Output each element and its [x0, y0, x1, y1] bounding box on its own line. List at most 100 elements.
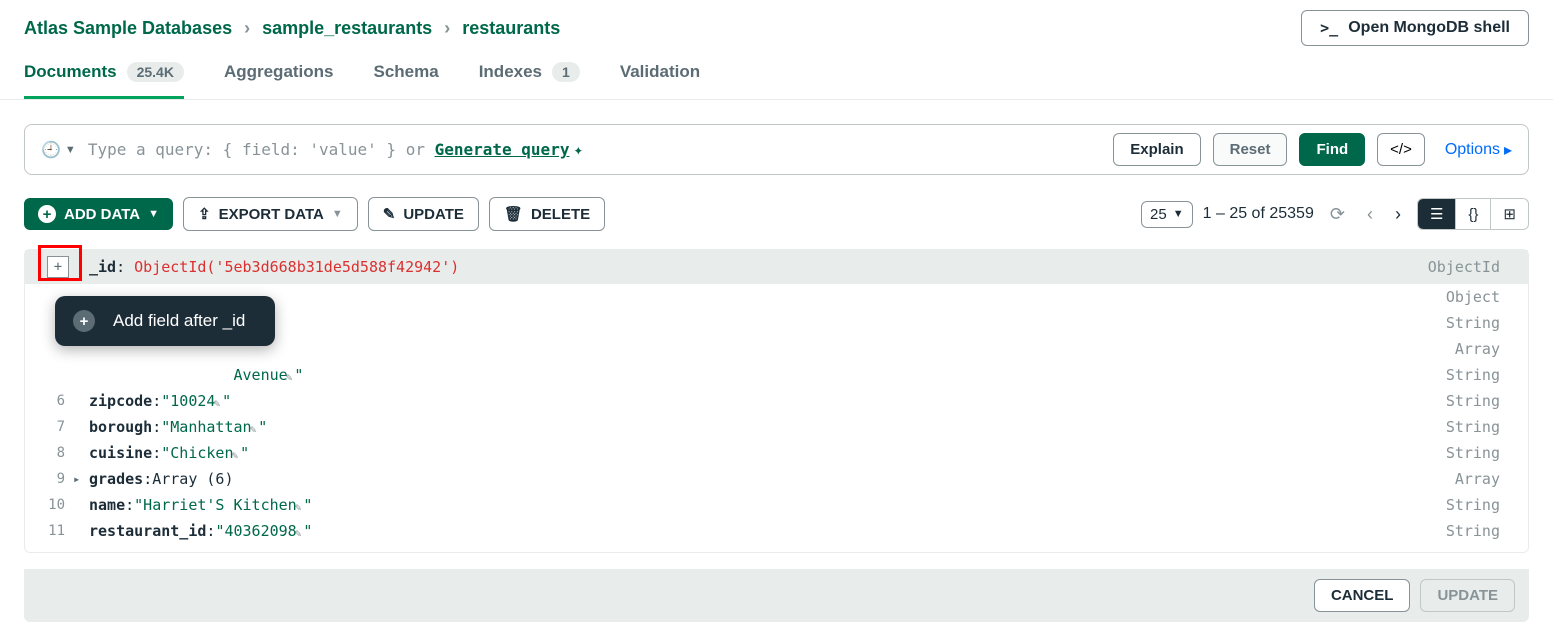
tab-badge: 1: [552, 62, 580, 82]
generate-query-link[interactable]: Generate query: [435, 140, 570, 159]
field-code: grades : Array (6): [89, 468, 1455, 490]
add-data-button[interactable]: + ADD DATA ▼: [24, 198, 173, 230]
view-toggle: ☰ {} ⊞: [1417, 198, 1529, 230]
add-data-label: ADD DATA: [64, 206, 140, 223]
list-view-icon[interactable]: ☰: [1418, 199, 1455, 229]
expander-icon[interactable]: ▸: [73, 468, 89, 490]
query-bar: 🕘 ▼ Type a query: { field: 'value' } or …: [24, 124, 1529, 175]
sparkle-icon: ✦: [573, 140, 583, 159]
page-size-select[interactable]: 25 ▼: [1141, 201, 1193, 228]
line-number: 9: [33, 468, 73, 490]
add-field-button[interactable]: +: [47, 256, 69, 278]
doc-field-row[interactable]: 8 cuisine : "Chicken✎"String: [25, 440, 1528, 466]
doc-field-row[interactable]: 9▸ grades : Array (6)Array: [25, 466, 1528, 492]
tab-aggregations[interactable]: Aggregations: [224, 62, 334, 99]
open-shell-button[interactable]: >_ Open MongoDB shell: [1301, 10, 1529, 46]
document-editor: + _id: ObjectId('5eb3d668b31de5d588f4294…: [24, 249, 1529, 553]
export-label: EXPORT DATA: [219, 206, 324, 223]
breadcrumb-root[interactable]: Atlas Sample Databases: [24, 18, 232, 39]
field-type: String: [1446, 364, 1510, 386]
tab-indexes[interactable]: Indexes 1: [479, 62, 580, 99]
field-type: String: [1446, 312, 1510, 334]
chevron-down-icon: ▼: [332, 208, 343, 220]
export-icon: ⇪: [198, 205, 211, 223]
breadcrumb-coll[interactable]: restaurants: [462, 18, 560, 39]
prev-page-icon[interactable]: ‹: [1361, 204, 1379, 225]
delete-label: DELETE: [531, 206, 590, 223]
chevron-down-icon: ▼: [1173, 208, 1184, 220]
tab-label: Validation: [620, 62, 700, 82]
next-page-icon[interactable]: ›: [1389, 204, 1407, 225]
plus-circle-icon: +: [73, 310, 95, 332]
options-label: Options: [1445, 141, 1500, 159]
field-type: String: [1446, 494, 1510, 516]
plus-circle-icon: +: [38, 205, 56, 223]
field-code: name : "Harriet'S Kitchen✎": [89, 494, 1446, 516]
tab-label: Aggregations: [224, 62, 334, 82]
toolbar: + ADD DATA ▼ ⇪ EXPORT DATA ▼ ✎ UPDATE 🗑 …: [0, 175, 1553, 243]
line-number: 7: [33, 416, 73, 438]
tab-label: Documents: [24, 62, 117, 82]
field-type: String: [1446, 520, 1510, 542]
line-number: 10: [33, 494, 73, 516]
field-type: String: [1446, 442, 1510, 464]
open-shell-label: Open MongoDB shell: [1348, 19, 1510, 37]
update-button[interactable]: ✎ UPDATE: [368, 197, 479, 231]
chevron-right-icon: ›: [244, 18, 250, 39]
field-type: Array: [1455, 338, 1510, 360]
breadcrumb-db[interactable]: sample_restaurants: [262, 18, 432, 39]
line-number: 11: [33, 520, 73, 542]
chevron-right-icon: ▸: [1504, 140, 1512, 160]
tab-label: Indexes: [479, 62, 542, 82]
reset-button[interactable]: Reset: [1213, 133, 1288, 166]
json-view-icon[interactable]: {}: [1455, 199, 1490, 229]
field-code: borough : "Manhattan✎": [89, 416, 1446, 438]
doc-field-row[interactable]: Avenue✎"String: [25, 362, 1528, 388]
code-toggle-button[interactable]: </>: [1377, 133, 1425, 166]
tab-schema[interactable]: Schema: [374, 62, 439, 99]
terminal-icon: >_: [1320, 19, 1338, 37]
doc-field-row[interactable]: 11 restaurant_id : "40362098✎"String: [25, 518, 1528, 544]
tab-badge: 25.4K: [127, 62, 184, 82]
add-field-menu[interactable]: + Add field after _id: [55, 296, 275, 346]
field-code: _id: ObjectId('5eb3d668b31de5d588f42942'…: [89, 256, 1428, 278]
add-field-label: Add field after _id: [113, 311, 245, 331]
explain-button[interactable]: Explain: [1113, 133, 1200, 166]
doc-field-row[interactable]: 7 borough : "Manhattan✎"String: [25, 414, 1528, 440]
tab-validation[interactable]: Validation: [620, 62, 700, 99]
field-code: restaurant_id : "40362098✎": [89, 520, 1446, 542]
delete-button[interactable]: 🗑 DELETE: [489, 197, 605, 231]
doc-field-row[interactable]: 10 name : "Harriet'S Kitchen✎"String: [25, 492, 1528, 518]
query-placeholder: Type a query: { field: 'value' } or: [88, 140, 435, 159]
breadcrumb: Atlas Sample Databases › sample_restaura…: [24, 18, 560, 39]
field-code: Avenue✎": [89, 364, 1446, 386]
field-type: ObjectId: [1428, 256, 1510, 278]
query-input[interactable]: Type a query: { field: 'value' } or Gene…: [88, 140, 1101, 159]
history-icon[interactable]: 🕘 ▼: [41, 140, 76, 160]
export-data-button[interactable]: ⇪ EXPORT DATA ▼: [183, 197, 358, 231]
table-view-icon[interactable]: ⊞: [1490, 199, 1528, 229]
field-code: cuisine : "Chicken✎": [89, 442, 1446, 464]
refresh-icon[interactable]: ⟳: [1324, 204, 1351, 225]
page-size-value: 25: [1150, 206, 1167, 223]
page-range: 1 – 25 of 25359: [1203, 205, 1314, 223]
pencil-icon: ✎: [383, 205, 396, 223]
field-type: String: [1446, 416, 1510, 438]
update-submit-button[interactable]: UPDATE: [1420, 579, 1515, 612]
cancel-button[interactable]: CANCEL: [1314, 579, 1411, 612]
chevron-right-icon: ›: [444, 18, 450, 39]
field-type: Array: [1455, 468, 1510, 490]
find-button[interactable]: Find: [1299, 133, 1365, 166]
doc-field-row[interactable]: 6 zipcode : "10024✎"String: [25, 388, 1528, 414]
tab-documents[interactable]: Documents 25.4K: [24, 62, 184, 99]
chevron-down-icon: ▼: [148, 208, 159, 220]
line-number: 6: [33, 390, 73, 412]
field-code: zipcode : "10024✎": [89, 390, 1446, 412]
doc-field-row[interactable]: + _id: ObjectId('5eb3d668b31de5d588f4294…: [25, 250, 1528, 284]
field-type: Object: [1446, 286, 1510, 308]
footer-actions: CANCEL UPDATE: [24, 569, 1529, 622]
tabs: Documents 25.4K Aggregations Schema Inde…: [0, 50, 1553, 100]
options-link[interactable]: Options ▸: [1445, 140, 1512, 160]
field-type: String: [1446, 390, 1510, 412]
tab-label: Schema: [374, 62, 439, 82]
